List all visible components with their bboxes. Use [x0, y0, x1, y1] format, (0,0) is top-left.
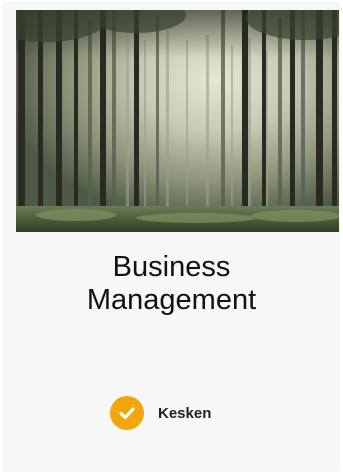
course-title-line-2: Management: [86, 284, 257, 316]
course-title[interactable]: Business Management: [4, 251, 339, 317]
course-card[interactable]: Business Management Kesken: [4, 3, 339, 471]
status-label: Kesken: [158, 404, 212, 422]
course-image: [16, 10, 339, 232]
forest-image: [16, 10, 339, 232]
check-circle-icon: [110, 396, 144, 430]
status-indicator: Kesken: [110, 395, 211, 431]
course-title-line-1: Business: [112, 251, 231, 283]
